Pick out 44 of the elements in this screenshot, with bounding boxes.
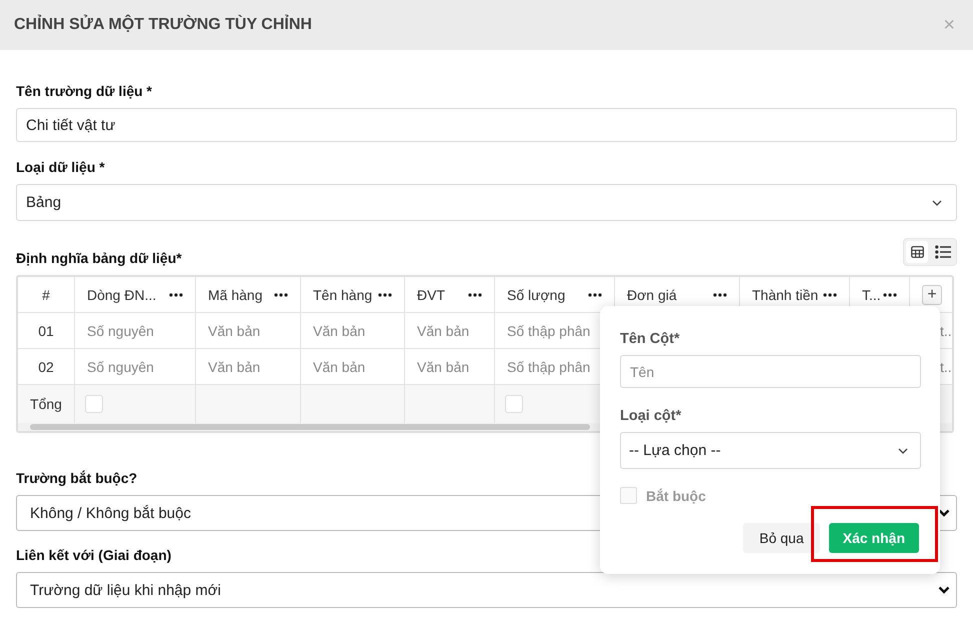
more-icon[interactable] bbox=[169, 292, 183, 296]
section-label: Định nghĩa bảng dữ liệu* bbox=[16, 250, 182, 266]
column-header: Tên hàng bbox=[301, 277, 405, 313]
more-icon[interactable] bbox=[468, 292, 482, 296]
column-header: # bbox=[18, 277, 75, 313]
select-field[interactable]: Bảng bbox=[16, 184, 957, 221]
scrollbar-thumb[interactable] bbox=[30, 424, 590, 430]
list-icon bbox=[935, 245, 951, 259]
field-label: Tên trường dữ liệu * bbox=[16, 83, 154, 99]
field-label: Loại cột* bbox=[620, 408, 682, 424]
chevron-down-icon bbox=[932, 200, 942, 206]
table-icon bbox=[910, 246, 924, 258]
field-label: Tên Cột* bbox=[620, 331, 681, 347]
select-field[interactable]: -- Lựa chọn -- bbox=[620, 432, 921, 469]
more-icon[interactable] bbox=[274, 292, 288, 296]
more-icon[interactable] bbox=[378, 292, 392, 296]
chevron-down-icon bbox=[898, 448, 908, 454]
more-icon[interactable] bbox=[883, 292, 897, 296]
field-label: Liên kết với (Giai đoạn) bbox=[16, 547, 172, 563]
more-icon[interactable] bbox=[588, 292, 602, 296]
checkbox[interactable] bbox=[505, 395, 523, 413]
more-icon[interactable] bbox=[823, 292, 837, 296]
table-cell: Số nguyên bbox=[75, 313, 196, 349]
table-cell: Văn bản bbox=[196, 313, 301, 349]
column-header: Dòng ĐN... bbox=[75, 277, 196, 313]
dialog-title: CHỈNH SỬA MỘT TRƯỜNG TÙY CHỈNH bbox=[14, 16, 312, 34]
add-column-button[interactable]: + bbox=[922, 284, 942, 304]
cancel-button[interactable]: Bỏ qua bbox=[743, 523, 820, 553]
row-number: 01 bbox=[18, 313, 75, 349]
input-field[interactable]: Tên bbox=[620, 355, 921, 388]
select-field[interactable]: Trường dữ liệu khi nhập mới bbox=[16, 572, 957, 608]
table-cell: Văn bản bbox=[301, 313, 405, 349]
chevron-down-icon bbox=[938, 586, 950, 594]
field-label: Loại dữ liệu * bbox=[16, 159, 106, 175]
table-view-button[interactable] bbox=[906, 241, 928, 263]
more-icon[interactable] bbox=[713, 292, 727, 296]
field-label: Trường bắt buộc? bbox=[16, 470, 138, 486]
column-header: Mã hàng bbox=[196, 277, 301, 313]
chevron-down-icon bbox=[938, 509, 950, 517]
input-field[interactable]: Chi tiết vật tư bbox=[16, 108, 957, 142]
table-cell: Văn bản bbox=[405, 313, 495, 349]
total-label: Tổng bbox=[18, 385, 75, 423]
checkbox[interactable] bbox=[85, 395, 103, 413]
column-header: ĐVT bbox=[405, 277, 495, 313]
